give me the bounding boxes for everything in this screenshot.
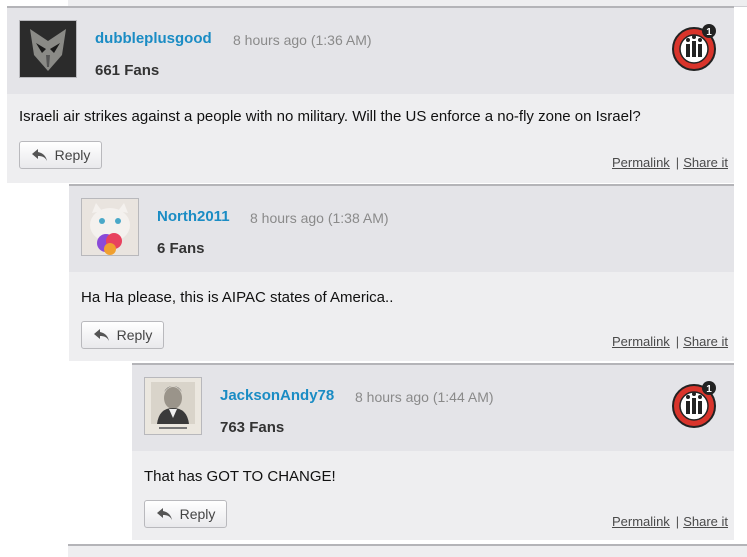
timestamp: 8 hours ago (1:36 AM) — [233, 32, 372, 48]
reply-button[interactable]: Reply — [19, 141, 102, 169]
cat-avatar-icon[interactable] — [81, 198, 139, 256]
timestamp: 8 hours ago (1:44 AM) — [355, 389, 494, 405]
link-separator: | — [675, 155, 680, 170]
mask-avatar-icon[interactable] — [19, 20, 77, 78]
link-separator: | — [675, 334, 680, 349]
username-link[interactable]: North2011 — [157, 208, 230, 225]
comment-text: Israeli air strikes against a people wit… — [19, 108, 641, 125]
badge-count: 1 — [706, 384, 712, 395]
badge-icon[interactable]: 1 — [670, 379, 720, 429]
portrait-avatar-icon[interactable] — [144, 377, 202, 435]
comment-links: Permalink | Share it — [612, 514, 728, 529]
comment-links: Permalink | Share it — [612, 155, 728, 170]
share-link[interactable]: Share it — [683, 334, 728, 349]
comment-header: North2011 8 hours ago (1:38 AM) 6 Fans — [69, 184, 734, 272]
fan-count: 6 Fans — [157, 240, 205, 257]
share-link[interactable]: Share it — [683, 514, 728, 529]
username-link[interactable]: dubbleplusgood — [95, 30, 212, 47]
reply-label: Reply — [54, 147, 91, 163]
reply-button[interactable]: Reply — [81, 321, 164, 349]
comment-1: dubbleplusgood 8 hours ago (1:36 AM) 661… — [7, 6, 734, 183]
link-separator: | — [675, 514, 680, 529]
comment-header: JacksonAndy78 8 hours ago (1:44 AM) 763 … — [132, 363, 734, 451]
next-comment-edge — [68, 544, 747, 557]
permalink-link[interactable]: Permalink — [612, 155, 670, 170]
fan-count: 661 Fans — [95, 62, 160, 79]
reply-arrow-icon — [93, 329, 109, 341]
reply-button[interactable]: Reply — [144, 500, 227, 528]
comment-text: That has GOT TO CHANGE! — [144, 468, 336, 485]
comment-2: North2011 8 hours ago (1:38 AM) 6 Fans H… — [69, 184, 734, 361]
comment-links: Permalink | Share it — [612, 334, 728, 349]
share-link[interactable]: Share it — [683, 155, 728, 170]
reply-label: Reply — [116, 327, 153, 343]
permalink-link[interactable]: Permalink — [612, 514, 670, 529]
comment-header: dubbleplusgood 8 hours ago (1:36 AM) 661… — [7, 6, 734, 94]
fan-count: 763 Fans — [220, 419, 285, 436]
permalink-link[interactable]: Permalink — [612, 334, 670, 349]
badge-icon[interactable]: 1 — [670, 22, 720, 72]
badge-count: 1 — [706, 27, 712, 38]
reply-label: Reply — [179, 506, 216, 522]
reply-arrow-icon — [31, 149, 47, 161]
username-link[interactable]: JacksonAndy78 — [220, 387, 334, 404]
reply-arrow-icon — [156, 508, 172, 520]
comment-3: JacksonAndy78 8 hours ago (1:44 AM) 763 … — [132, 363, 734, 540]
timestamp: 8 hours ago (1:38 AM) — [250, 210, 389, 226]
comment-text: Ha Ha please, this is AIPAC states of Am… — [81, 289, 394, 306]
